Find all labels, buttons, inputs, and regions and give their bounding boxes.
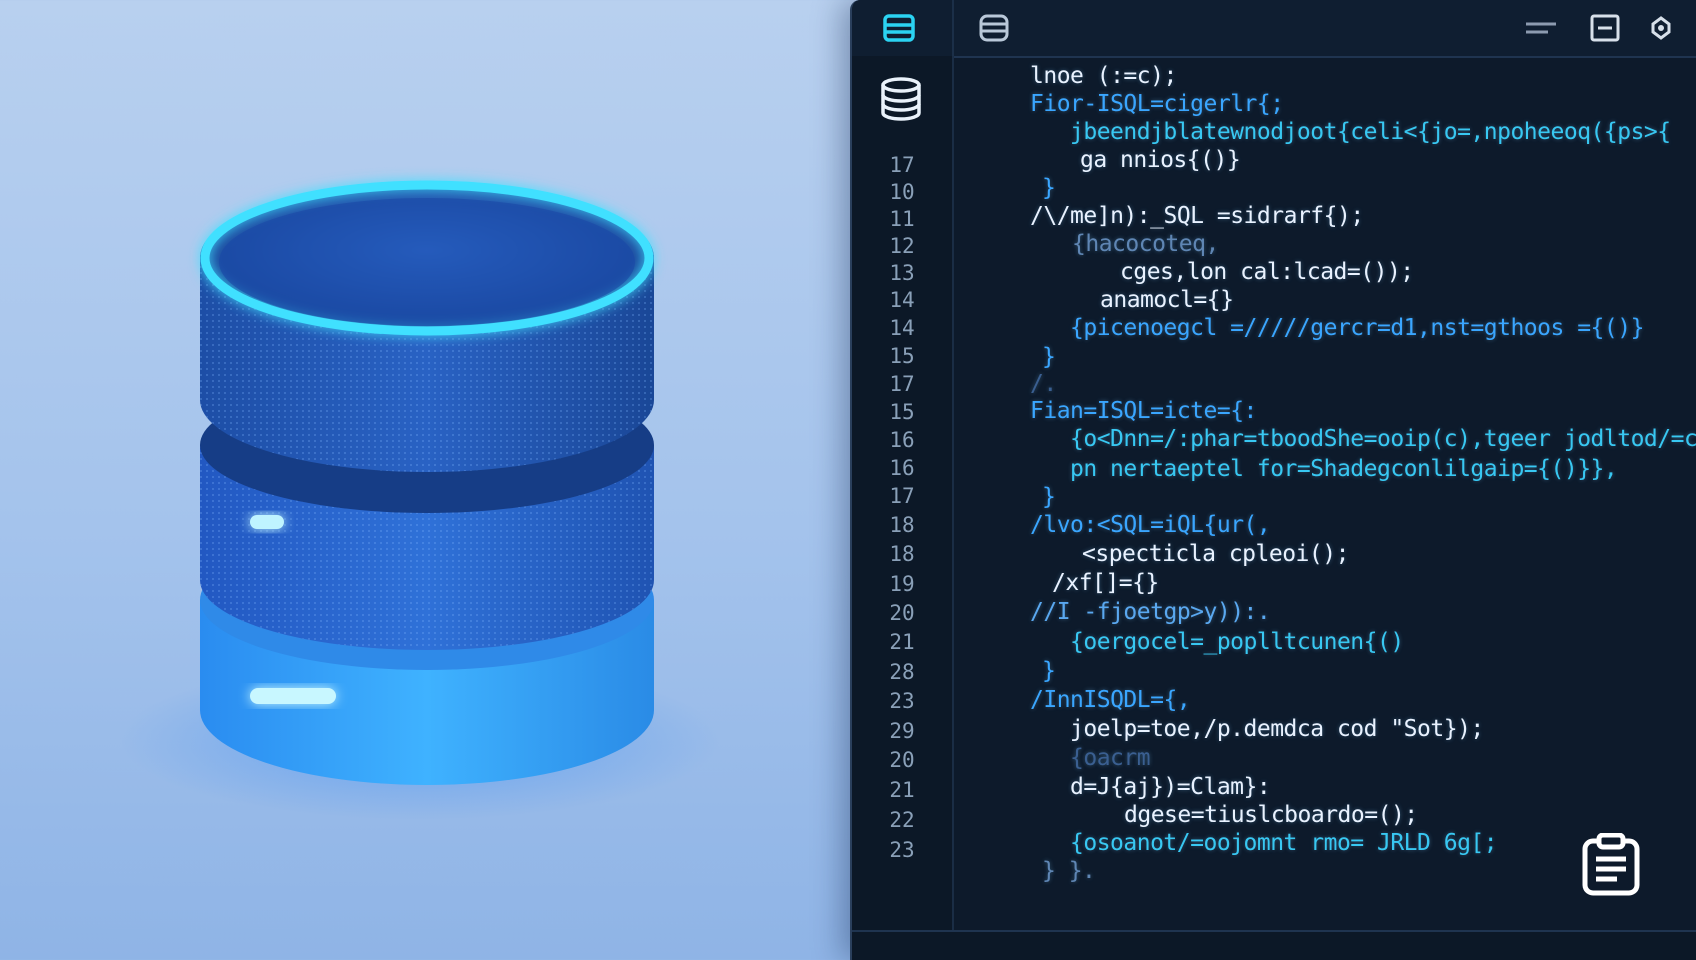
indicator-light-long <box>250 688 336 704</box>
align-icon[interactable] <box>1524 12 1558 44</box>
refresh-icon[interactable] <box>1644 12 1678 44</box>
line-number: 18 <box>889 542 915 566</box>
code-line: d=J{aj})=Clam}: <box>1070 774 1271 800</box>
line-number: 15 <box>889 344 915 368</box>
code-line: anamocl={} <box>1100 287 1234 313</box>
code-line: //I -fjoetgp>y)):. <box>1030 599 1271 625</box>
code-area[interactable]: lnoe (:=c); Fior-ISQL=cigerlr{; jbeendjb… <box>952 56 1696 930</box>
line-number: 17 <box>889 153 915 177</box>
code-editor-panel: 17 10 11 12 13 14 14 15 17 15 16 16 17 1… <box>850 0 1696 960</box>
line-number: 21 <box>889 630 915 654</box>
line-number: 11 <box>889 207 915 231</box>
code-line: cges,lon cal:lcad=()); <box>1120 259 1414 285</box>
editor-toolbar <box>852 0 1696 58</box>
line-number: 23 <box>889 689 915 713</box>
code-line: {o<Dnn=/:phar=tboodShe=ooip(c),tgeer jod… <box>1070 426 1696 452</box>
code-line: Fior-ISQL=cigerlr{; <box>1030 91 1284 117</box>
code-line: jbeendjblatewnodjoot{celi<{jo=,npoheeoq(… <box>1070 119 1671 145</box>
table-icon[interactable] <box>882 12 916 44</box>
line-number: 21 <box>889 778 915 802</box>
line-number: 17 <box>889 484 915 508</box>
line-number: 16 <box>889 456 915 480</box>
code-line: joelp=toe,/p.demdca cod "Sot}); <box>1070 716 1484 742</box>
code-line: } <box>1042 484 1056 510</box>
clipboard-icon[interactable] <box>1578 830 1644 900</box>
code-line: } <box>1042 658 1056 684</box>
code-line: {oacrm <box>1070 745 1151 771</box>
code-line: /lvo:<SQL=iQL{ur(, <box>1030 512 1271 538</box>
code-line: <specticla cpleoi(); <box>1082 541 1349 567</box>
editor-status-bar <box>852 930 1696 960</box>
code-line: {oergocel=_poplltcunen{() <box>1070 629 1404 655</box>
database-cylinder-illustration <box>120 180 720 820</box>
code-line: {osoanot/=oojomnt rmo= JRLD 6g[; <box>1070 830 1498 856</box>
line-number: 15 <box>889 400 915 424</box>
code-line: lnoe (:=c); <box>1030 63 1177 89</box>
code-line: {picenoegcl =/////gercr=d1,nst=gthoos ={… <box>1070 315 1644 341</box>
line-number: 17 <box>889 372 915 396</box>
code-line: dgese=tiuslcboardo=(); <box>1124 802 1418 828</box>
line-number: 19 <box>889 572 915 596</box>
code-line: /InnISQDL={, <box>1030 687 1191 713</box>
code-line: pn nertaeptel for=Shadegconlilgaip={()}}… <box>1070 456 1618 482</box>
line-number: 22 <box>889 808 915 832</box>
panel-icon[interactable] <box>1588 12 1622 44</box>
line-number: 28 <box>889 660 915 684</box>
line-number: 20 <box>889 601 915 625</box>
code-line: } <box>1042 175 1056 201</box>
code-line: } }. <box>1042 858 1096 884</box>
line-number: 13 <box>889 261 915 285</box>
database-icon[interactable] <box>879 76 923 126</box>
code-line: /xf[]={} <box>1052 570 1159 596</box>
line-number-gutter: 17 10 11 12 13 14 14 15 17 15 16 16 17 1… <box>852 56 954 930</box>
indicator-light-short <box>250 515 284 529</box>
code-line: /\/me]n):_SQL =sidrarf{); <box>1030 203 1364 229</box>
code-line: {hacocoteq, <box>1072 231 1219 257</box>
line-number: 14 <box>889 288 915 312</box>
cylinder-top-tier <box>200 180 654 472</box>
database-stack-icon[interactable] <box>977 12 1011 44</box>
code-line: Fian=ISQL=icte={: <box>1030 398 1257 424</box>
line-number: 18 <box>889 513 915 537</box>
line-number: 16 <box>889 428 915 452</box>
hero-illustration <box>0 0 850 960</box>
line-number: 12 <box>889 234 915 258</box>
code-line: ga nnios{()} <box>1080 147 1241 173</box>
line-number: 20 <box>889 748 915 772</box>
code-line: /. <box>1030 371 1057 397</box>
toolbar-divider <box>952 0 954 56</box>
line-number: 23 <box>889 838 915 862</box>
line-number: 10 <box>889 180 915 204</box>
code-line: } <box>1042 344 1056 370</box>
line-number: 14 <box>889 316 915 340</box>
line-number: 29 <box>889 719 915 743</box>
